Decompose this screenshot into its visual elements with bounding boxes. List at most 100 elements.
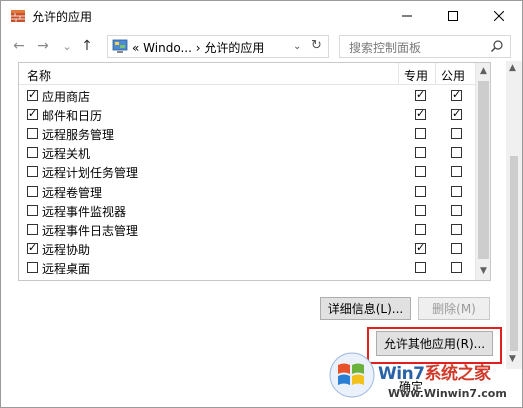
public-network-checkbox[interactable] xyxy=(451,147,462,159)
scroll-up-icon[interactable]: ▲ xyxy=(478,66,489,77)
column-header-private[interactable]: 专用 xyxy=(404,67,428,84)
address-dropdown-icon[interactable]: ⌄ xyxy=(293,41,301,52)
app-enable-checkbox[interactable] xyxy=(27,166,38,178)
private-network-checkbox[interactable] xyxy=(415,261,426,273)
back-button[interactable]: ← xyxy=(9,36,29,56)
public-network-checkbox[interactable] xyxy=(451,261,462,273)
search-placeholder: 搜索控制面板 xyxy=(349,41,422,55)
list-scrollbar[interactable]: ▲ ▼ xyxy=(475,63,490,280)
public-network-checkbox[interactable] xyxy=(451,128,462,140)
window-title: 允许的应用 xyxy=(32,10,93,24)
list-item[interactable]: 远程服务管理 xyxy=(19,124,475,143)
allowed-apps-list: 名称 专用 公用 应用商店邮件和日历远程服务管理远程关机远程计划任务管理远程卷管… xyxy=(18,62,491,281)
minimize-icon xyxy=(402,15,412,17)
app-name: 远程协助 xyxy=(42,242,91,257)
column-divider xyxy=(398,63,399,85)
private-network-checkbox[interactable] xyxy=(415,107,426,121)
address-segment-windows[interactable]: Windo... xyxy=(143,41,192,55)
public-network-checkbox[interactable] xyxy=(451,223,462,235)
minimize-button[interactable] xyxy=(384,1,430,31)
list-item[interactable]: 远程事件监视器 xyxy=(19,201,475,220)
public-network-checkbox[interactable] xyxy=(451,242,462,254)
app-enable-checkbox[interactable] xyxy=(27,241,38,254)
close-button[interactable] xyxy=(476,1,522,31)
list-header: 名称 专用 公用 xyxy=(19,63,475,85)
list-item[interactable]: 远程计划任务管理 xyxy=(19,162,475,181)
list-item[interactable]: 远程事件日志管理 xyxy=(19,220,475,239)
chevron-down-icon: ⌄ xyxy=(62,39,72,53)
app-enable-checkbox[interactable] xyxy=(27,185,38,197)
app-name: 远程事件监视器 xyxy=(42,204,127,219)
windows-logo-icon xyxy=(329,352,375,398)
navigation-bar: ← → ⌄ ↑ « Windo... › 允许的应用 ⌄ ↻ 搜索控制面板 xyxy=(1,31,522,61)
details-button[interactable]: 详细信息(L)... xyxy=(320,297,411,320)
private-network-checkbox[interactable] xyxy=(415,128,426,140)
list-item[interactable]: 远程桌面 xyxy=(19,258,475,277)
firewall-app-icon xyxy=(11,10,25,22)
app-enable-checkbox[interactable] xyxy=(27,261,38,273)
app-enable-checkbox[interactable] xyxy=(27,204,38,216)
list-item[interactable]: 应用商店 xyxy=(19,86,475,105)
private-network-checkbox[interactable] xyxy=(415,147,426,159)
column-header-name[interactable]: 名称 xyxy=(27,67,51,84)
recent-locations-button[interactable]: ⌄ xyxy=(57,36,77,56)
public-network-checkbox[interactable] xyxy=(451,107,462,121)
app-name: 应用商店 xyxy=(42,90,91,104)
app-name: 远程计划任务管理 xyxy=(42,166,139,181)
up-button[interactable]: ↑ xyxy=(77,36,97,56)
column-header-public[interactable]: 公用 xyxy=(441,67,465,84)
private-network-checkbox[interactable] xyxy=(415,223,426,235)
forward-button[interactable]: → xyxy=(33,36,53,56)
page-scrollbar[interactable]: ▲ ▼ xyxy=(506,61,522,369)
scrollbar-thumb[interactable] xyxy=(478,81,489,259)
app-enable-checkbox[interactable] xyxy=(27,88,38,101)
allowed-apps-window: 允许的应用 ← → ⌄ ↑ « Windo... › 允许的应用 ⌄ ↻ 搜索控… xyxy=(0,0,523,408)
address-bar[interactable]: « Windo... › 允许的应用 ⌄ ↻ xyxy=(107,35,329,58)
scroll-up-icon[interactable]: ▲ xyxy=(509,63,516,73)
maximize-icon xyxy=(448,11,458,21)
address-overflow-icon: « xyxy=(132,41,140,55)
list-item[interactable]: 远程关机 xyxy=(19,143,475,162)
watermark-url: Www.Winwin7.com xyxy=(388,387,507,400)
app-name: 远程卷管理 xyxy=(42,185,103,200)
app-name: 远程桌面 xyxy=(42,261,91,276)
private-network-checkbox[interactable] xyxy=(415,166,426,178)
public-network-checkbox[interactable] xyxy=(451,166,462,178)
list-item[interactable]: 远程卷管理 xyxy=(19,182,475,201)
app-enable-checkbox[interactable] xyxy=(27,107,38,121)
watermark: Win7系统之家 Www.Winwin7.com xyxy=(326,349,522,407)
app-enable-checkbox[interactable] xyxy=(27,147,38,159)
delete-button[interactable]: 删除(M) xyxy=(418,297,490,320)
private-network-checkbox[interactable] xyxy=(415,185,426,197)
maximize-button[interactable] xyxy=(430,1,476,31)
address-segment-allowed-apps[interactable]: 允许的应用 xyxy=(204,41,264,55)
column-divider xyxy=(435,63,436,85)
private-network-checkbox[interactable] xyxy=(415,241,426,254)
refresh-icon[interactable]: ↻ xyxy=(311,38,322,53)
app-enable-checkbox[interactable] xyxy=(27,128,38,140)
back-arrow-icon: ← xyxy=(13,38,25,54)
watermark-brand: Win7系统之家 xyxy=(378,364,491,384)
public-network-checkbox[interactable] xyxy=(451,185,462,197)
scrollbar-thumb[interactable] xyxy=(510,156,518,351)
app-enable-checkbox[interactable] xyxy=(27,223,38,235)
close-icon xyxy=(494,11,504,21)
forward-arrow-icon: → xyxy=(37,38,49,54)
control-panel-icon xyxy=(112,39,128,53)
private-network-checkbox[interactable] xyxy=(415,88,426,101)
search-icon[interactable] xyxy=(490,39,504,53)
up-arrow-icon: ↑ xyxy=(81,38,93,54)
list-item[interactable]: 远程协助 xyxy=(19,239,475,258)
scroll-down-icon[interactable]: ▼ xyxy=(478,266,489,277)
app-name: 邮件和日历 xyxy=(42,109,103,124)
public-network-checkbox[interactable] xyxy=(451,88,462,101)
app-name: 远程事件日志管理 xyxy=(42,223,139,238)
app-name: 远程关机 xyxy=(42,147,91,162)
private-network-checkbox[interactable] xyxy=(415,204,426,216)
list-item[interactable]: 邮件和日历 xyxy=(19,105,475,124)
public-network-checkbox[interactable] xyxy=(451,204,462,216)
app-name: 远程服务管理 xyxy=(42,128,115,143)
title-bar: 允许的应用 xyxy=(1,1,522,31)
address-separator-icon: › xyxy=(195,41,201,55)
search-input[interactable]: 搜索控制面板 xyxy=(339,35,511,58)
